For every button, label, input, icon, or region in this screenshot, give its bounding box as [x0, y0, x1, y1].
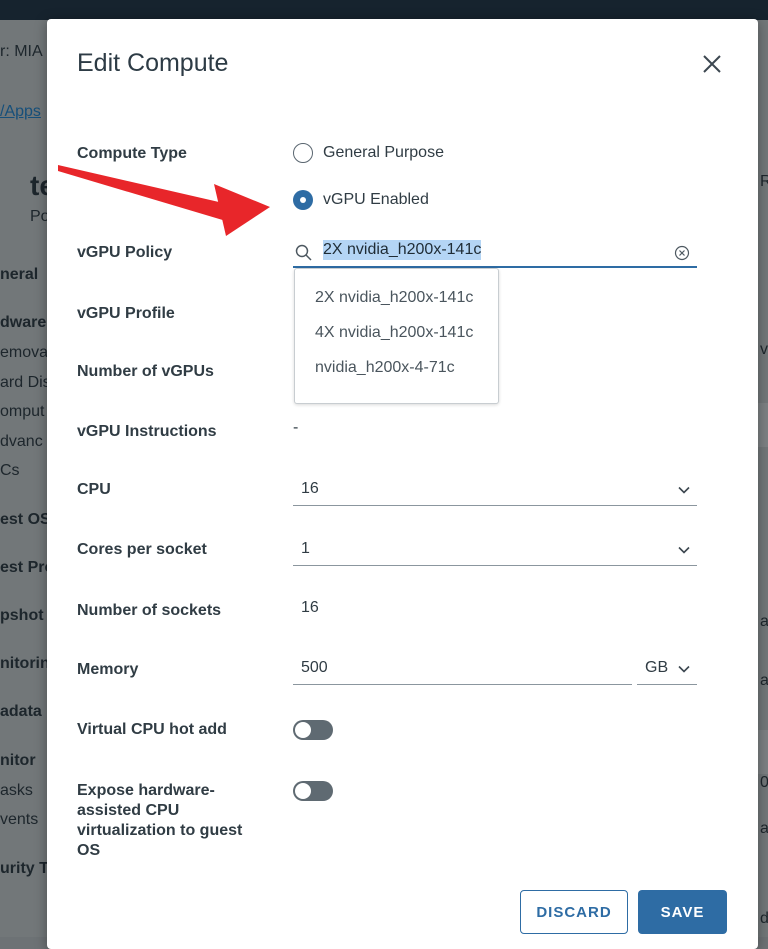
discard-button[interactable]: DISCARD [520, 890, 628, 934]
number-of-sockets-value: 16 [301, 599, 319, 616]
label-line: assisted CPU [77, 802, 180, 819]
bg-row-highlight [758, 730, 768, 774]
dropdown-option[interactable]: 4X nvidia_h200x-141c [315, 324, 473, 342]
number-of-vgpus-label: Number of vGPUs [77, 363, 214, 380]
bg-fragment: ard Dis [0, 374, 51, 391]
label-line: virtualization to guest [77, 822, 243, 839]
bg-fragment: omput [0, 403, 45, 420]
bg-fragment: adata [0, 703, 42, 720]
bg-fragment: asks [0, 782, 33, 799]
chevron-down-icon [678, 486, 690, 494]
save-button[interactable]: SAVE [638, 890, 727, 934]
bg-fragment: dvanc [0, 433, 43, 450]
bg-fragment: r: MIA [0, 43, 43, 60]
radio-checked-icon[interactable] [293, 190, 313, 210]
bg-fragment: nitorin [0, 655, 50, 672]
label-line: OS [77, 842, 101, 859]
label-line: Expose hardware- [77, 782, 215, 799]
memory-value: 500 [301, 659, 328, 676]
bg-fragment: 0 [760, 774, 768, 791]
radio-unchecked-icon[interactable] [293, 143, 313, 163]
compute-type-label: Compute Type [77, 145, 187, 162]
memory-unit-select[interactable]: GB [637, 651, 697, 685]
bg-fragment: a [760, 820, 768, 837]
vgpu-profile-label: vGPU Profile [77, 305, 175, 322]
bg-fragment: dware [0, 314, 47, 331]
search-icon [295, 244, 312, 261]
bg-fragment: urity T [0, 860, 49, 877]
expose-hw-virt-toggle[interactable] [293, 781, 333, 801]
cpu-select[interactable]: 16 [293, 472, 697, 506]
vgpu-policy-value[interactable]: 2X nvidia_h200x-141c [323, 240, 482, 260]
vgpu-instructions-value: - [293, 419, 299, 436]
top-bar [0, 0, 768, 20]
cpu-value: 16 [301, 480, 319, 497]
close-icon[interactable] [699, 51, 725, 77]
bg-fragment: neral [0, 266, 39, 283]
dropdown-option[interactable]: 2X nvidia_h200x-141c [315, 289, 473, 307]
vgpu-policy-label: vGPU Policy [77, 244, 173, 261]
bg-link: /Apps [0, 103, 41, 120]
edit-compute-dialog: Edit Compute Compute Type General Purpos… [47, 19, 758, 949]
bg-fragment: a [760, 613, 768, 630]
radio-general-purpose[interactable]: General Purpose [293, 142, 444, 164]
dropdown-option[interactable]: nvidia_h200x-4-71c [315, 359, 455, 377]
cores-per-socket-label: Cores per socket [77, 541, 207, 558]
expose-hw-virt-label: Expose hardware- assisted CPU virtualiza… [77, 781, 242, 861]
bg-fragment: nitor [0, 752, 36, 769]
bg-fragment: est OS [0, 511, 51, 528]
dialog-title: Edit Compute [77, 49, 229, 77]
radio-label: vGPU Enabled [323, 191, 429, 208]
bg-fragment: Cs [0, 462, 20, 479]
bg-row-highlight [758, 403, 768, 447]
cores-per-socket-select[interactable]: 1 [293, 532, 697, 566]
bg-fragment: pshot [0, 607, 44, 624]
chevron-down-icon [678, 546, 690, 554]
memory-label: Memory [77, 661, 139, 678]
radio-label: General Purpose [323, 144, 444, 161]
bg-fragment: R [760, 173, 768, 190]
bg-fragment: vents [0, 811, 39, 828]
chevron-down-icon [678, 665, 690, 673]
memory-unit-value: GB [645, 659, 669, 676]
memory-input[interactable]: 500 [293, 651, 632, 685]
vgpu-policy-search-input[interactable]: 2X nvidia_h200x-141c [293, 234, 697, 268]
bg-fragment: emova [0, 344, 49, 361]
virtual-cpu-hot-add-label: Virtual CPU hot add [77, 721, 227, 738]
bg-fragment: v [760, 341, 768, 358]
cores-per-socket-value: 1 [301, 540, 310, 557]
vgpu-policy-dropdown: 2X nvidia_h200x-141c 4X nvidia_h200x-141… [294, 268, 499, 404]
virtual-cpu-hot-add-toggle[interactable] [293, 720, 333, 740]
radio-vgpu-enabled[interactable]: vGPU Enabled [293, 189, 429, 211]
number-of-sockets-label: Number of sockets [77, 602, 222, 619]
bg-fragment: a [760, 672, 768, 689]
bg-fragment: d [760, 910, 768, 927]
cpu-label: CPU [77, 481, 111, 498]
clear-icon[interactable] [674, 245, 690, 261]
vgpu-instructions-label: vGPU Instructions [77, 423, 217, 440]
